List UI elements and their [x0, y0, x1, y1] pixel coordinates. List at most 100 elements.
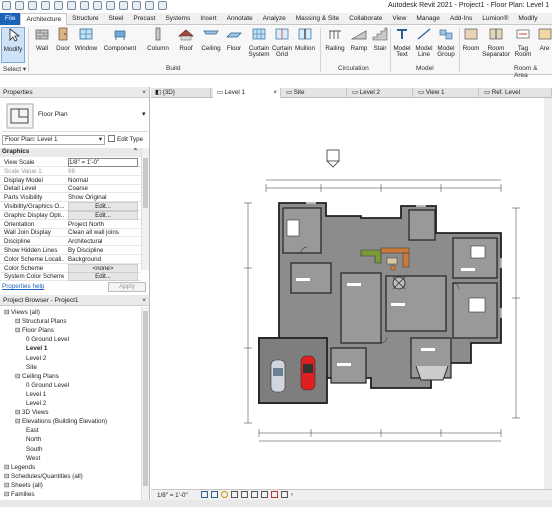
browser-node[interactable]: ⊟ Views (all) [4, 309, 40, 316]
ceiling-button[interactable]: Ceiling [198, 27, 224, 52]
chevron-left-icon[interactable]: ‹ [291, 491, 293, 498]
tab-steel[interactable]: Steel [104, 13, 129, 25]
property-value[interactable]: Coarse [68, 185, 138, 192]
expand-toggle-icon[interactable]: ⊟ [15, 409, 22, 416]
3d-view-icon[interactable] [106, 1, 115, 10]
crop-view-icon[interactable] [241, 491, 248, 498]
tab-analyze[interactable]: Analyze [258, 13, 291, 25]
sun-path-icon[interactable] [221, 491, 228, 498]
canvas-vertical-scrollbar[interactable] [544, 98, 552, 489]
view-tab-level-1[interactable]: ▭ Level 1 × [213, 88, 281, 98]
tab-precast[interactable]: Precast [128, 13, 160, 25]
view-tab-3d[interactable]: ◧ {3D} [151, 88, 211, 98]
browser-node[interactable]: ⊟ Ceiling Plans [15, 373, 59, 380]
tab-manage[interactable]: Manage [411, 13, 445, 25]
undo-icon[interactable] [41, 1, 50, 10]
property-value[interactable]: Project North [68, 221, 138, 228]
thin-lines-icon[interactable] [132, 1, 141, 10]
floor-button[interactable]: Floor [224, 27, 244, 52]
tab-systems[interactable]: Systems [160, 13, 195, 25]
expand-toggle-icon[interactable]: ⊟ [4, 309, 11, 316]
tab-massing-site[interactable]: Massing & Site [291, 13, 344, 25]
view-tab-ref-level[interactable]: ▭ Ref. Level [480, 88, 552, 98]
model-text-button[interactable]: Model Text [391, 27, 413, 59]
tab-view[interactable]: View [387, 13, 411, 25]
tab-structure[interactable]: Structure [67, 13, 103, 25]
tab-modify[interactable]: Modify [513, 13, 542, 25]
browser-node[interactable]: ⊟ 3D Views [15, 409, 49, 416]
property-row[interactable]: Color Scheme <none> [0, 263, 141, 273]
expand-toggle-icon[interactable]: ⊟ [15, 373, 22, 380]
measure-icon[interactable] [80, 1, 89, 10]
property-row[interactable]: Color Scheme Locati... Background [0, 255, 141, 264]
worksharing-icon[interactable] [281, 491, 288, 498]
close-icon[interactable]: × [273, 89, 277, 96]
view-tab-view-1[interactable]: ▭ View 1 [414, 88, 479, 98]
browser-node[interactable]: 0 Ground Level [26, 336, 69, 343]
tab-file[interactable]: File [0, 13, 21, 25]
property-value[interactable]: By Discipline [68, 247, 138, 254]
scrollbar-thumb[interactable] [143, 158, 148, 208]
ramp-button[interactable]: Ramp [348, 27, 370, 52]
window-button[interactable]: Window [73, 27, 99, 52]
expand-toggle-icon[interactable]: ⊟ [4, 464, 11, 471]
reveal-hidden-icon[interactable] [271, 491, 278, 498]
print-icon[interactable] [67, 1, 76, 10]
curtain-system-button[interactable]: Curtain System [246, 27, 272, 59]
property-value[interactable]: Edit... [68, 202, 138, 211]
browser-scrollbar[interactable] [141, 307, 149, 507]
browser-node[interactable]: ⊟ Sheets (all) [4, 482, 43, 489]
browser-node[interactable]: West [26, 455, 40, 462]
view-tab-site[interactable]: ▭ Site [282, 88, 347, 98]
tab-add-ins[interactable]: Add-Ins [445, 13, 477, 25]
property-row[interactable]: Orientation Project North [0, 220, 141, 229]
property-value[interactable]: 96 [68, 168, 138, 175]
browser-node[interactable]: ⊟ Elevations (Building Elevation) [15, 418, 107, 425]
door-button[interactable]: Door [53, 27, 73, 52]
property-value[interactable]: Show Original [68, 194, 138, 201]
temporary-hide-icon[interactable] [261, 491, 268, 498]
tag-room-button[interactable]: Tag Room [512, 27, 534, 59]
graphics-group-header[interactable]: Graphics ⌃ [0, 148, 141, 157]
property-row[interactable]: Wall Join Display Clean all wall joins [0, 228, 141, 238]
property-row[interactable]: View Scale 1/8" = 1'-0" [0, 158, 141, 167]
property-value[interactable]: Clean all wall joins [68, 229, 138, 236]
sync-icon[interactable] [28, 1, 37, 10]
browser-node[interactable]: Level 1 [26, 391, 46, 398]
switch-windows-icon[interactable] [158, 1, 167, 10]
railing-button[interactable]: Railing [323, 27, 347, 52]
view-tab-level-2[interactable]: ▭ Level 2 [348, 88, 413, 98]
apply-button[interactable]: Apply [108, 282, 146, 292]
expand-toggle-icon[interactable]: ⊟ [15, 418, 22, 425]
tab-collaborate[interactable]: Collaborate [344, 13, 387, 25]
property-row[interactable]: Graphic Display Opti... Edit... [0, 210, 141, 220]
tab-insert[interactable]: Insert [195, 13, 221, 25]
property-value[interactable]: 1/8" = 1'-0" [68, 158, 138, 167]
edit-type-button[interactable]: Edit Type [108, 135, 143, 143]
show-crop-icon[interactable] [251, 491, 258, 498]
panel-select[interactable]: Select ▾ [3, 65, 26, 73]
browser-node[interactable]: Level 2 [26, 400, 46, 407]
property-row[interactable]: Display Model Normal [0, 176, 141, 185]
room-separator-button[interactable]: Room Separator [482, 27, 510, 59]
column-button[interactable]: Column [145, 27, 171, 52]
property-row[interactable]: Visibility/Graphics O... Edit... [0, 202, 141, 211]
close-hidden-icon[interactable] [145, 1, 154, 10]
tab-annotate[interactable]: Annotate [222, 13, 258, 25]
browser-node[interactable]: East [26, 427, 39, 434]
expand-toggle-icon[interactable]: ⊟ [4, 473, 11, 480]
property-row[interactable]: System Color Schemes Edit... [0, 272, 141, 282]
expand-toggle-icon[interactable]: ⊟ [15, 327, 22, 334]
expand-toggle-icon[interactable]: ⊟ [4, 482, 11, 489]
tab-architecture[interactable]: Architecture [20, 13, 68, 25]
browser-node[interactable]: South [26, 446, 42, 453]
property-value[interactable]: Normal [68, 177, 138, 184]
model-line-button[interactable]: Model Line [413, 27, 435, 59]
redo-icon[interactable] [54, 1, 63, 10]
browser-node[interactable]: North [26, 436, 41, 443]
detail-level-icon[interactable] [201, 491, 208, 498]
type-selector[interactable]: Floor Plan ▾ [2, 100, 148, 132]
expand-toggle-icon[interactable]: ⊟ [4, 491, 11, 498]
browser-node[interactable]: ⊟ Structural Plans [15, 318, 66, 325]
properties-scrollbar[interactable] [141, 148, 149, 270]
